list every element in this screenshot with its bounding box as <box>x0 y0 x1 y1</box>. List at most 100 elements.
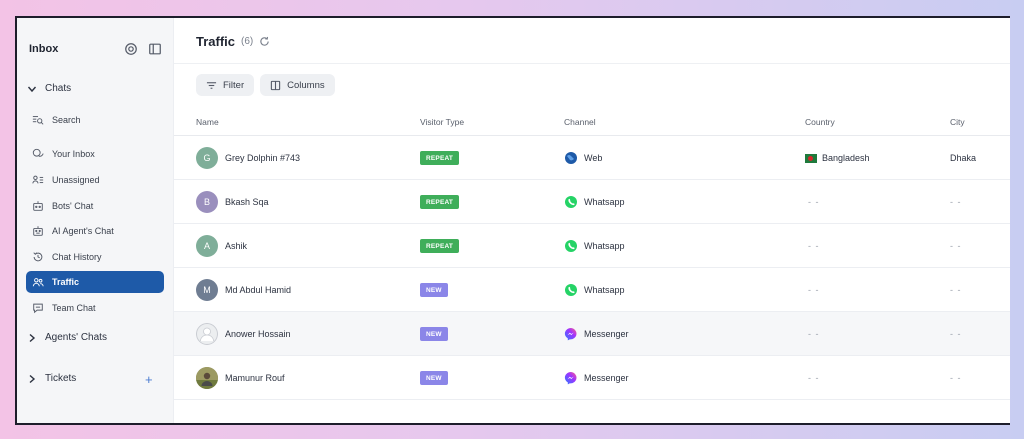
country-value: - - <box>808 285 820 295</box>
ai-bot-icon <box>33 226 43 236</box>
agents-chats-section-label: Agents' Chats <box>45 332 107 343</box>
sidebar-item-your-inbox[interactable]: Your Inbox <box>26 143 164 165</box>
toolbar: Filter Columns <box>196 74 335 96</box>
channel-name: Whatsapp <box>584 241 625 251</box>
agents-chats-section-toggle[interactable]: Agents' Chats <box>27 332 107 343</box>
sidebar-item-label: Chat History <box>52 252 102 262</box>
table-row[interactable]: M Md Abdul Hamid NEW Whatsapp - - - - <box>174 268 1010 312</box>
sidebar-item-search[interactable]: Search <box>26 109 164 131</box>
app-window: Inbox Chats Search Your Inbox Unassigned… <box>15 16 1010 425</box>
column-header-visitor-type[interactable]: Visitor Type <box>420 117 464 127</box>
city-value: Dhaka <box>950 153 977 163</box>
country-value: - - <box>808 197 820 207</box>
sidebar-item-label: Team Chat <box>52 303 96 313</box>
person-list-icon <box>32 175 44 184</box>
country-value: - - <box>808 241 820 251</box>
country-value: - - <box>808 373 820 383</box>
visitor-type-badge: REPEAT <box>420 151 460 165</box>
visitor-type-badge: NEW <box>420 327 448 341</box>
history-icon <box>33 252 43 262</box>
add-ticket-icon[interactable]: + <box>145 372 153 387</box>
visitor-type-badge: REPEAT <box>420 195 460 209</box>
table-row[interactable]: G Grey Dolphin #743 REPEAT Web Banglades… <box>174 136 1010 180</box>
chevron-down-icon <box>27 86 37 92</box>
page-header: Traffic (6) <box>196 34 270 49</box>
whatsapp-icon <box>564 283 578 297</box>
column-header-city[interactable]: City <box>950 117 965 127</box>
user-photo-icon <box>196 367 218 389</box>
city-value: - - <box>950 329 962 339</box>
filter-icon <box>206 81 217 89</box>
chevron-right-icon <box>29 333 36 342</box>
sidebar-item-label: Unassigned <box>52 175 100 185</box>
column-header-name[interactable]: Name <box>196 117 219 127</box>
chat-bubbles-icon <box>32 148 44 157</box>
avatar: B <box>196 191 218 213</box>
channel-name: Web <box>584 153 603 163</box>
whatsapp-icon <box>564 195 578 209</box>
avatar: G <box>196 147 218 169</box>
chevron-right-icon <box>29 374 36 383</box>
avatar <box>196 323 218 345</box>
columns-icon <box>270 80 281 90</box>
visitor-name: Md Abdul Hamid <box>225 285 292 295</box>
avatar <box>196 367 218 389</box>
visitor-type-badge: NEW <box>420 371 448 385</box>
collapse-sidebar-icon[interactable] <box>148 42 162 56</box>
avatar: M <box>196 279 218 301</box>
country-value: - - <box>808 329 820 339</box>
whatsapp-icon <box>564 239 578 253</box>
settings-icon[interactable] <box>124 42 138 56</box>
messenger-icon <box>564 327 578 341</box>
visitor-name: Anower Hossain <box>225 329 291 339</box>
sidebar-item-label: Traffic <box>52 277 80 287</box>
traffic-table: Name Visitor Type Channel Country City G… <box>174 108 1010 400</box>
visitor-name: Mamunur Rouf <box>225 373 285 383</box>
column-header-channel[interactable]: Channel <box>564 117 596 127</box>
search-list-icon <box>32 116 44 125</box>
sidebar-item-label: Search <box>52 115 81 125</box>
channel-name: Whatsapp <box>584 197 625 207</box>
main-content: Traffic (6) Filter Columns Name Visitor … <box>174 18 1010 423</box>
table-row[interactable]: A Ashik REPEAT Whatsapp - - - - <box>174 224 1010 268</box>
sidebar-item-chat-history[interactable]: Chat History <box>26 246 164 268</box>
bot-icon <box>33 201 43 211</box>
table-row[interactable]: B Bkash Sqa REPEAT Whatsapp - - - - <box>174 180 1010 224</box>
city-value: - - <box>950 197 962 207</box>
page-title: Traffic <box>196 34 236 49</box>
city-value: - - <box>950 285 962 295</box>
refresh-icon[interactable] <box>259 36 270 47</box>
chats-section-label: Chats <box>45 83 72 94</box>
globe-icon <box>564 151 578 165</box>
sidebar-item-traffic[interactable]: Traffic <box>26 271 164 293</box>
tickets-section-toggle[interactable]: Tickets <box>27 373 76 384</box>
tickets-section-label: Tickets <box>45 373 77 384</box>
channel-name: Whatsapp <box>584 285 625 295</box>
sidebar-item-unassigned[interactable]: Unassigned <box>26 169 164 191</box>
channel-name: Messenger <box>584 329 629 339</box>
columns-label: Columns <box>287 79 325 91</box>
column-header-country[interactable]: Country <box>805 117 835 127</box>
user-placeholder-icon <box>196 323 218 345</box>
channel-name: Messenger <box>584 373 629 383</box>
header-divider <box>174 63 1010 64</box>
visitor-name: Ashik <box>225 241 248 251</box>
sidebar-item-label: Bots' Chat <box>52 201 94 211</box>
sidebar-item-ai-agents-chat[interactable]: AI Agent's Chat <box>26 220 164 242</box>
filter-button[interactable]: Filter <box>196 74 255 96</box>
columns-button[interactable]: Columns <box>260 74 335 96</box>
visitor-type-badge: REPEAT <box>420 239 460 253</box>
table-row[interactable]: Anower Hossain NEW Messenger - - - - <box>174 312 1010 356</box>
visitor-name: Grey Dolphin #743 <box>225 153 301 163</box>
city-value: - - <box>950 373 962 383</box>
bangladesh-flag-icon <box>805 153 817 163</box>
sidebar-item-bots-chat[interactable]: Bots' Chat <box>26 195 164 217</box>
users-icon <box>32 278 44 287</box>
filter-label: Filter <box>223 79 245 91</box>
city-value: - - <box>950 241 962 251</box>
sidebar-item-label: Your Inbox <box>52 149 95 159</box>
chats-section-toggle[interactable]: Chats <box>27 83 71 94</box>
table-row[interactable]: Mamunur Rouf NEW Messenger - - - - <box>174 356 1010 400</box>
sidebar-item-team-chat[interactable]: Team Chat <box>26 297 164 319</box>
table-header: Name Visitor Type Channel Country City <box>174 108 1010 136</box>
